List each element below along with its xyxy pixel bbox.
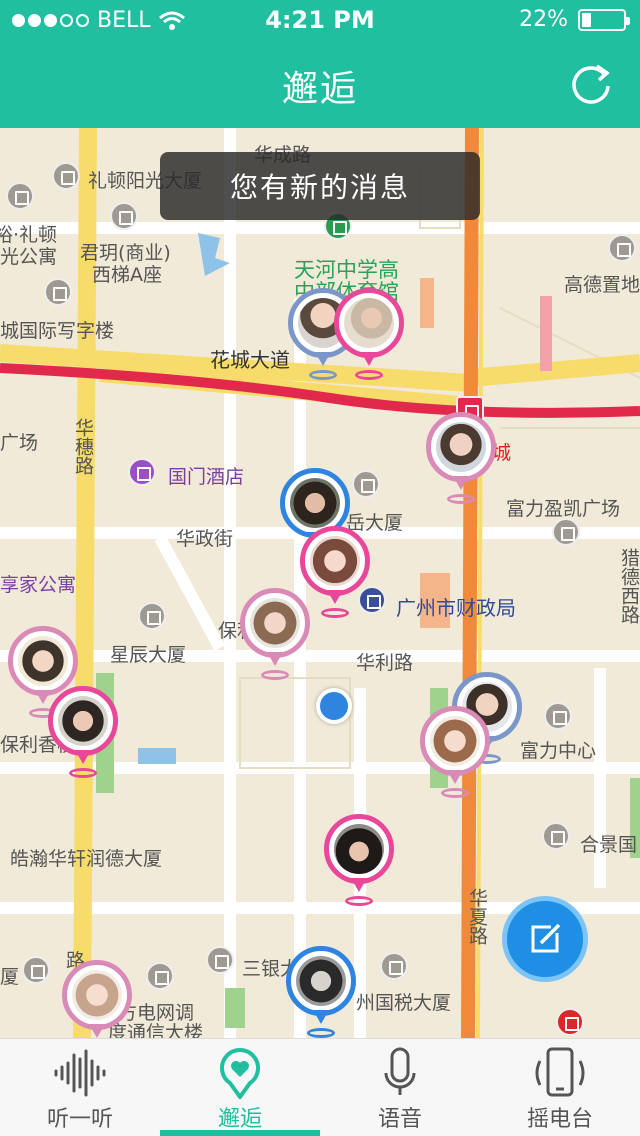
opera-mask-icon [556,1008,584,1036]
map-label: 厦 [0,966,20,988]
top-bar: BELL 4:21 PM 22% 邂逅 [0,0,640,128]
tab-label: 语音 [377,1107,422,1132]
map-label: 富力中心 [520,740,597,762]
tab-listen[interactable]: 听一听 [0,1039,160,1136]
soundwave-icon [54,1049,106,1097]
building-icon [380,952,408,980]
map-label: 星辰大厦 [110,644,187,666]
map-label: 广场 [0,432,39,454]
tab-label: 邂逅 [217,1107,262,1132]
map-label: 华穗路 [72,418,94,475]
home-icon [6,182,34,210]
map-label: 猎德西路 [618,548,640,624]
current-location-marker [316,688,352,724]
status-bar: BELL 4:21 PM 22% [0,0,640,40]
map-label: 合景国 [580,834,638,856]
user-pin[interactable] [324,814,394,910]
building-icon [146,962,174,990]
map-label: 西梯A座 [92,264,162,286]
building-icon [352,470,380,498]
map-label: 州国税大厦 [356,992,452,1014]
new-message-toast: 您有新的消息 [160,152,480,220]
map-label: 城国际写字楼 [0,320,115,342]
tab-label: 听一听 [46,1107,113,1132]
user-pin[interactable] [420,706,490,802]
user-pin[interactable] [48,686,118,782]
building-icon [44,278,72,306]
building-icon [544,702,572,730]
building-icon [110,202,138,230]
user-pin[interactable] [62,960,132,1038]
edit-icon [531,923,561,953]
building-icon [608,234,636,262]
page-title: 邂逅 [281,69,358,110]
tab-label: 摇电台 [526,1107,593,1132]
building-icon [542,822,570,850]
map-label: 华利路 [356,652,414,674]
tab-shake-radio[interactable]: 摇电台 [480,1039,640,1136]
building-icon [52,162,80,190]
building-icon [138,602,166,630]
hotel-icon [128,458,156,486]
user-pin[interactable] [240,588,310,684]
map-label: 广州市财政局 [396,596,516,620]
phone-shake-icon [535,1047,585,1097]
user-pin[interactable] [286,946,356,1038]
user-pin[interactable] [300,526,370,622]
map-label: 皓瀚华轩润德大厦 [10,848,163,870]
tab-bar: 听一听 邂逅 语音 摇电台 [0,1038,640,1136]
active-tab-indicator [160,1130,320,1136]
battery-percent: 22% [519,7,568,32]
building-icon [22,956,50,984]
heart-pin-icon [220,1048,260,1099]
map-label: 华政街 [176,528,234,550]
tab-encounter[interactable]: 邂逅 [160,1039,320,1136]
user-pin[interactable] [426,412,496,508]
building-icon [206,946,234,974]
refresh-icon[interactable] [568,60,614,106]
map-label: 华夏路 [466,888,488,945]
tab-voice[interactable]: 语音 [320,1039,480,1136]
map-view[interactable]: 华成路 礼顿阳光大厦 裕·礼顿 光公寓 君玥(商业) 西梯A座 天河中学高 中部… [0,128,640,1038]
map-label: 国门酒店 [168,466,245,488]
map-label: 花城大道 [210,348,290,372]
microphone-icon [384,1047,416,1095]
user-pin[interactable] [334,288,404,384]
map-label: 富力盈凯广场 [506,498,621,520]
compose-button[interactable] [502,896,588,982]
map-label: 享家公寓 [0,574,77,596]
map-label: 高德置地 [564,274,640,296]
map-label: 光公寓 [0,246,58,268]
battery-icon [578,8,630,31]
building-icon [552,518,580,546]
